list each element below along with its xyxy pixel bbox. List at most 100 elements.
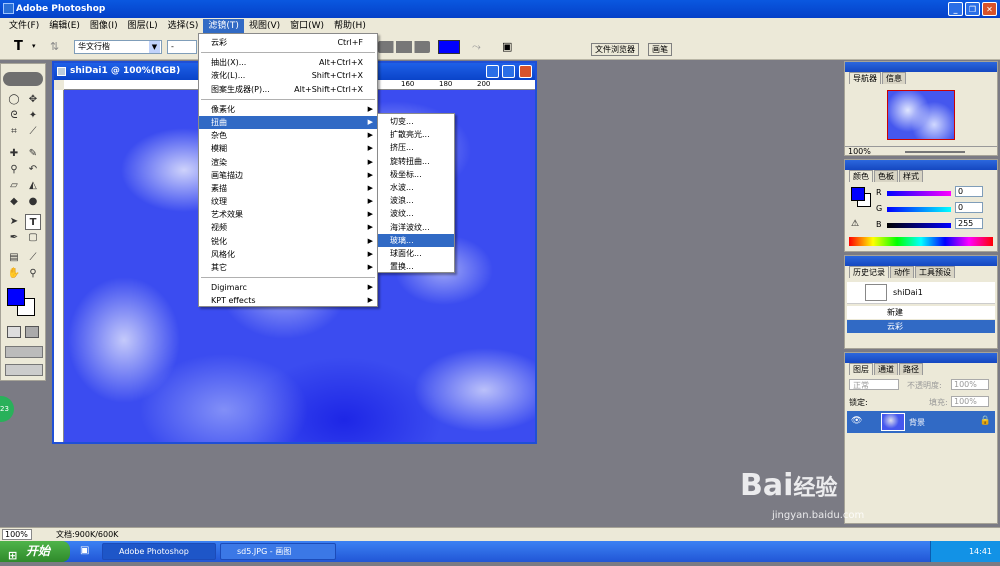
- navigator-zoom[interactable]: 100%: [848, 147, 871, 156]
- tab-info[interactable]: 信息: [882, 72, 906, 84]
- fill-field[interactable]: 100%: [951, 396, 989, 407]
- menu-item-noise[interactable]: 杂色 ▶: [199, 129, 377, 142]
- menu-item-pattern-maker[interactable]: 图案生成器(P)... Alt+Shift+Ctrl+X: [199, 83, 377, 96]
- menu-item-other[interactable]: 其它 ▶: [199, 261, 377, 274]
- tab-actions[interactable]: 动作: [890, 266, 914, 278]
- menu-window[interactable]: 窗口(W): [285, 19, 329, 33]
- submenu-item-polar[interactable]: 极坐标...: [378, 168, 454, 181]
- history-footer-buttons[interactable]: [847, 336, 995, 347]
- menu-select[interactable]: 选择(S): [163, 19, 204, 33]
- restore-button[interactable]: ❐: [965, 2, 980, 16]
- tab-color[interactable]: 颜色: [849, 170, 873, 182]
- menu-item-extract[interactable]: 抽出(X)... Alt+Ctrl+X: [199, 56, 377, 69]
- menu-view[interactable]: 视图(V): [244, 19, 285, 33]
- menu-item-video[interactable]: 视频 ▶: [199, 221, 377, 234]
- menu-item-artistic[interactable]: 艺术效果 ▶: [199, 208, 377, 221]
- zoom-tool-icon[interactable]: ⚲: [25, 266, 41, 282]
- blur-tool-icon[interactable]: ◆: [6, 194, 22, 210]
- screen-mode-icons[interactable]: [5, 346, 43, 358]
- submenu-item-ripple[interactable]: 波纹...: [378, 207, 454, 220]
- type-tool-icon-active[interactable]: T: [25, 214, 41, 230]
- tab-channels[interactable]: 通道: [874, 363, 898, 375]
- magic-wand-icon[interactable]: ✦: [25, 108, 41, 124]
- zoom-slider[interactable]: [905, 151, 965, 153]
- history-item[interactable]: 新建: [847, 306, 995, 319]
- menu-item-kpt-effects[interactable]: KPT effects ▶: [199, 294, 377, 307]
- align-buttons[interactable]: [378, 41, 430, 53]
- tab-swatches[interactable]: 色板: [874, 170, 898, 182]
- submenu-item-ocean-ripple[interactable]: 海洋波纹...: [378, 221, 454, 234]
- doc-maximize-button[interactable]: [502, 65, 515, 78]
- status-zoom[interactable]: 100%: [2, 529, 32, 540]
- menu-item-stylize[interactable]: 风格化 ▶: [199, 248, 377, 261]
- font-family-select[interactable]: 华文行楷 ▼: [74, 40, 162, 54]
- eraser-tool-icon[interactable]: ▱: [6, 178, 22, 194]
- tab-file-browser[interactable]: 文件浏览器: [591, 43, 639, 56]
- type-tool-icon[interactable]: T: [14, 39, 23, 54]
- submenu-item-twirl[interactable]: 旋转扭曲...: [378, 155, 454, 168]
- notes-tool-icon[interactable]: ▤: [6, 250, 22, 266]
- g-slider[interactable]: [887, 207, 951, 212]
- menu-item-blur[interactable]: 模糊 ▶: [199, 142, 377, 155]
- marquee-tool-icon[interactable]: ◯: [6, 92, 22, 108]
- move-tool-icon[interactable]: ✥: [25, 92, 41, 108]
- task-photoshop[interactable]: Adobe Photoshop: [102, 543, 216, 560]
- history-snapshot-row[interactable]: shiDai1: [847, 282, 995, 304]
- menu-item-pixelate[interactable]: 像素化 ▶: [199, 103, 377, 116]
- foreground-color-swatch[interactable]: [7, 288, 25, 306]
- b-slider[interactable]: [887, 223, 951, 228]
- healing-brush-icon[interactable]: ✚: [6, 146, 22, 162]
- quickmask-mode-icon[interactable]: [25, 326, 39, 338]
- submenu-item-shear[interactable]: 切变...: [378, 115, 454, 128]
- shape-tool-icon[interactable]: ▢: [25, 230, 41, 246]
- warp-text-icon[interactable]: ⤳: [472, 40, 481, 54]
- menu-image[interactable]: 图像(I): [85, 19, 123, 33]
- text-orientation-icon[interactable]: ⇅: [50, 40, 59, 53]
- submenu-item-spherize[interactable]: 球面化...: [378, 247, 454, 260]
- dodge-tool-icon[interactable]: ●: [25, 194, 41, 210]
- menu-item-brush-strokes[interactable]: 画笔描边 ▶: [199, 169, 377, 182]
- start-button[interactable]: ⊞ 开始: [0, 541, 70, 562]
- history-item-active[interactable]: 云彩: [847, 320, 995, 333]
- menu-filter[interactable]: 滤镜(T): [203, 19, 244, 33]
- menu-help[interactable]: 帮助(H): [329, 19, 371, 33]
- minimize-button[interactable]: _: [948, 2, 963, 16]
- menu-item-distort[interactable]: 扭曲 ▶: [199, 115, 377, 130]
- tab-tool-presets[interactable]: 工具预设: [915, 266, 955, 278]
- g-value[interactable]: 0: [955, 202, 983, 213]
- b-value[interactable]: 255: [955, 218, 983, 229]
- menu-layer[interactable]: 图层(L): [123, 19, 163, 33]
- submenu-item-zigzag[interactable]: 水波...: [378, 181, 454, 194]
- menu-item-digimarc[interactable]: Digimarc ▶: [199, 281, 377, 294]
- visibility-eye-icon[interactable]: 👁: [851, 416, 862, 426]
- submenu-item-diffuse-glow[interactable]: 扩散亮光...: [378, 128, 454, 141]
- palettes-icon[interactable]: ▣: [502, 40, 512, 53]
- close-button[interactable]: ✕: [982, 2, 997, 16]
- pen-tool-icon[interactable]: ✒: [6, 230, 22, 246]
- font-style-select[interactable]: -: [167, 40, 197, 54]
- text-color-swatch[interactable]: [438, 40, 460, 54]
- r-value[interactable]: 0: [955, 186, 983, 197]
- submenu-item-wave[interactable]: 波浪...: [378, 194, 454, 207]
- menu-edit[interactable]: 编辑(E): [44, 19, 85, 33]
- standard-mode-icon[interactable]: [7, 326, 21, 338]
- tab-history[interactable]: 历史记录: [849, 266, 889, 278]
- tab-navigator[interactable]: 导航器: [849, 72, 881, 84]
- stamp-tool-icon[interactable]: ⚲: [6, 162, 22, 178]
- crop-tool-icon[interactable]: ⌗: [6, 124, 22, 140]
- bucket-tool-icon[interactable]: ◭: [25, 178, 41, 194]
- submenu-item-pinch[interactable]: 挤压...: [378, 141, 454, 154]
- doc-close-button[interactable]: [519, 65, 532, 78]
- adobe-online-eye-icon[interactable]: [3, 72, 43, 86]
- brush-tool-icon[interactable]: ✎: [25, 146, 41, 162]
- tab-paths[interactable]: 路径: [899, 363, 923, 375]
- menu-item-clouds[interactable]: 云彩 Ctrl+F: [199, 36, 377, 49]
- submenu-item-glass[interactable]: 玻璃...: [378, 233, 454, 247]
- lasso-tool-icon[interactable]: ᘓ: [6, 108, 22, 124]
- jump-to-imageready-icon[interactable]: [5, 364, 43, 376]
- menu-item-render[interactable]: 渲染 ▶: [199, 156, 377, 169]
- path-select-icon[interactable]: ➤: [6, 214, 22, 230]
- hand-tool-icon[interactable]: ✋: [6, 266, 22, 282]
- menu-item-sharpen[interactable]: 锐化 ▶: [199, 235, 377, 248]
- color-ramp[interactable]: [849, 237, 993, 246]
